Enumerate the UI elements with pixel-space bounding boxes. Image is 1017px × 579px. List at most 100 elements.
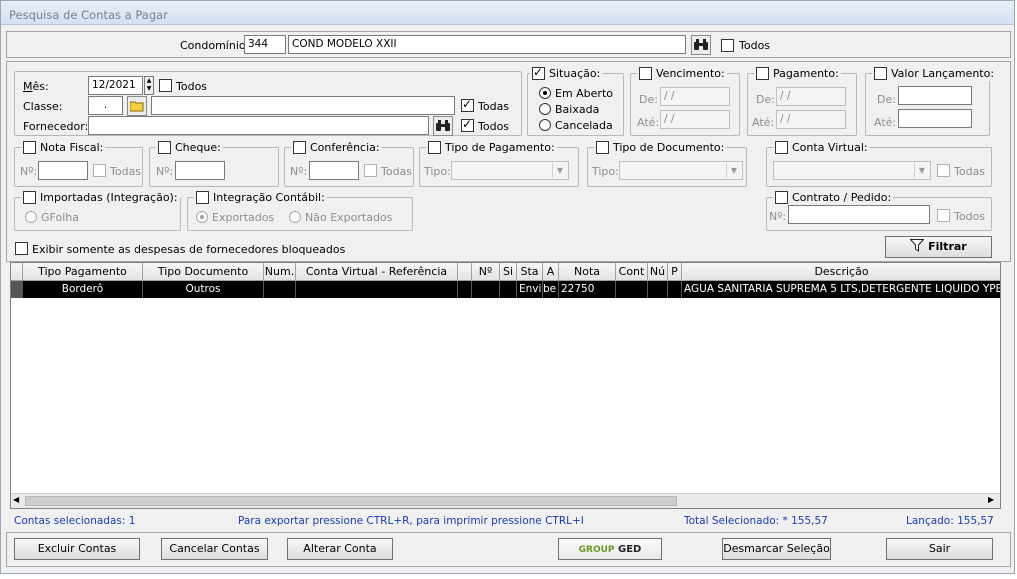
- vencimento-de-input[interactable]: / /: [660, 87, 730, 106]
- mes-input[interactable]: 12/2021: [88, 76, 143, 95]
- cell-nota[interactable]: 22750: [559, 281, 616, 298]
- binoculars-icon: [436, 120, 450, 131]
- excluir-contas-button[interactable]: Excluir Contas: [14, 538, 140, 560]
- situacao-baixada-radio[interactable]: [539, 103, 551, 115]
- col-tipo-pagamento[interactable]: Tipo Pagamento: [23, 263, 143, 281]
- alterar-conta-button[interactable]: Alterar Conta: [287, 538, 393, 560]
- cell-numero[interactable]: [472, 281, 500, 298]
- nota-fiscal-todas-checkbox[interactable]: [93, 164, 106, 177]
- cell-si[interactable]: [500, 281, 517, 298]
- classe-todas-checkbox[interactable]: [461, 97, 474, 112]
- col-a[interactable]: A: [543, 263, 559, 281]
- pagamento-de-input[interactable]: / /: [776, 87, 846, 106]
- pagamento-ate-input[interactable]: / /: [776, 110, 846, 129]
- importadas-checkbox[interactable]: [23, 191, 36, 204]
- cell-blank[interactable]: [458, 281, 472, 298]
- fornecedor-input[interactable]: [88, 116, 429, 135]
- situacao-checkbox[interactable]: [532, 65, 545, 80]
- bloqueados-label: Exibir somente as despesas de fornecedor…: [32, 243, 346, 256]
- contrato-todos-checkbox[interactable]: [937, 209, 950, 222]
- classe-browse-button[interactable]: [127, 96, 147, 116]
- cell-sta[interactable]: Envi: [517, 281, 543, 298]
- col-conta-virtual[interactable]: Conta Virtual - Referência: [296, 263, 458, 281]
- valor-lancamento-checkbox[interactable]: [874, 67, 887, 80]
- col-num[interactable]: Num.: [264, 263, 296, 281]
- tipo-documento-checkbox[interactable]: [596, 141, 609, 154]
- cheque-num-input[interactable]: [175, 161, 225, 180]
- mes-todos-checkbox[interactable]: [159, 79, 172, 92]
- conferencia-num-input[interactable]: [309, 161, 359, 180]
- pagamento-label: Pagamento:: [773, 67, 839, 80]
- desmarcar-selecao-button[interactable]: Desmarcar Seleção: [722, 538, 831, 560]
- scroll-left-icon[interactable]: ◀: [13, 495, 19, 504]
- filtrar-button[interactable]: Filtrar: [885, 236, 992, 258]
- col-cont[interactable]: Cont: [616, 263, 648, 281]
- exportados-radio[interactable]: [196, 211, 208, 223]
- bloqueados-checkbox[interactable]: [15, 242, 28, 255]
- valor-ate-input[interactable]: [898, 109, 972, 128]
- conta-virtual-select[interactable]: ▼: [773, 161, 931, 180]
- col-nu[interactable]: Nú: [648, 263, 668, 281]
- col-blank[interactable]: [458, 263, 472, 281]
- scroll-thumb[interactable]: [25, 496, 677, 506]
- scroll-right-icon[interactable]: ▶: [988, 495, 994, 504]
- cell-cont[interactable]: [616, 281, 648, 298]
- condominio-name-input[interactable]: COND MODELO XXII: [288, 35, 686, 54]
- cell-tipo-pagamento[interactable]: Borderô: [23, 281, 143, 298]
- condominio-search-button[interactable]: [691, 35, 711, 55]
- situacao-cancelada-radio[interactable]: [539, 119, 551, 131]
- col-tipo-documento[interactable]: Tipo Documento: [143, 263, 264, 281]
- conferencia-todas-checkbox[interactable]: [364, 164, 377, 177]
- cell-descricao[interactable]: AGUA SANITARIA SUPREMA 5 LTS,DETERGENTE …: [682, 281, 1000, 298]
- col-si[interactable]: Si: [500, 263, 517, 281]
- cell-conta-virtual[interactable]: [296, 281, 458, 298]
- col-descricao[interactable]: Descrição: [682, 263, 1000, 281]
- filtrar-label: Filtrar: [928, 240, 967, 253]
- col-p[interactable]: P: [668, 263, 682, 281]
- tipo-pagamento-select[interactable]: ▼: [451, 161, 569, 180]
- vencimento-checkbox[interactable]: [639, 67, 652, 80]
- cell-p[interactable]: [668, 281, 682, 298]
- cell-nu[interactable]: [648, 281, 668, 298]
- mes-spin-arrows-icon[interactable]: ▲ ▼: [144, 76, 154, 95]
- gfolha-label: GFolha: [41, 211, 79, 224]
- grid-horizontal-scrollbar[interactable]: ◀ ▶: [11, 493, 1000, 508]
- nota-fiscal-checkbox[interactable]: [23, 141, 36, 154]
- nao-exportados-radio[interactable]: [289, 211, 301, 223]
- situacao-em-aberto-radio[interactable]: [539, 87, 551, 99]
- condominio-code-input[interactable]: 344: [244, 35, 286, 54]
- cancelar-contas-button[interactable]: Cancelar Contas: [161, 538, 268, 560]
- col-numero[interactable]: Nº: [472, 263, 500, 281]
- nota-fiscal-num-input[interactable]: [38, 161, 88, 180]
- grid-row-indicator[interactable]: [11, 281, 23, 298]
- classe-code-input[interactable]: .: [88, 96, 123, 115]
- valor-de-input[interactable]: [898, 86, 972, 105]
- fornecedor-todos-checkbox[interactable]: [461, 117, 474, 132]
- col-nota[interactable]: Nota: [559, 263, 616, 281]
- gfolha-radio[interactable]: [25, 211, 37, 223]
- conta-virtual-checkbox[interactable]: [775, 141, 788, 154]
- dropdown-arrow-icon: ▼: [914, 163, 929, 178]
- conferencia-checkbox[interactable]: [293, 141, 306, 154]
- contrato-num-input[interactable]: [788, 205, 930, 224]
- results-grid[interactable]: Tipo Pagamento Tipo Documento Num. Conta…: [10, 262, 1001, 509]
- contrato-checkbox[interactable]: [775, 191, 788, 204]
- cell-a[interactable]: be: [543, 281, 559, 298]
- classe-name-input[interactable]: [151, 96, 455, 115]
- contrato-todos-label: Todos: [954, 210, 986, 223]
- cell-tipo-documento[interactable]: Outros: [143, 281, 264, 298]
- conta-virtual-todas-checkbox[interactable]: [937, 164, 950, 177]
- tipo-pagamento-checkbox[interactable]: [428, 141, 441, 154]
- cheque-checkbox[interactable]: [158, 141, 171, 154]
- integracao-checkbox[interactable]: [196, 191, 209, 204]
- col-sta[interactable]: Sta: [517, 263, 543, 281]
- buttons-frame: [6, 532, 1011, 567]
- pagamento-checkbox[interactable]: [756, 67, 769, 80]
- cell-num[interactable]: [264, 281, 296, 298]
- tipo-documento-select[interactable]: ▼: [619, 161, 743, 180]
- sair-button[interactable]: Sair: [886, 538, 993, 560]
- vencimento-ate-input[interactable]: / /: [660, 110, 730, 129]
- group-ged-button[interactable]: GROUP GED: [558, 538, 662, 560]
- fornecedor-search-button[interactable]: [433, 116, 453, 136]
- condominio-todos-checkbox[interactable]: [721, 39, 734, 52]
